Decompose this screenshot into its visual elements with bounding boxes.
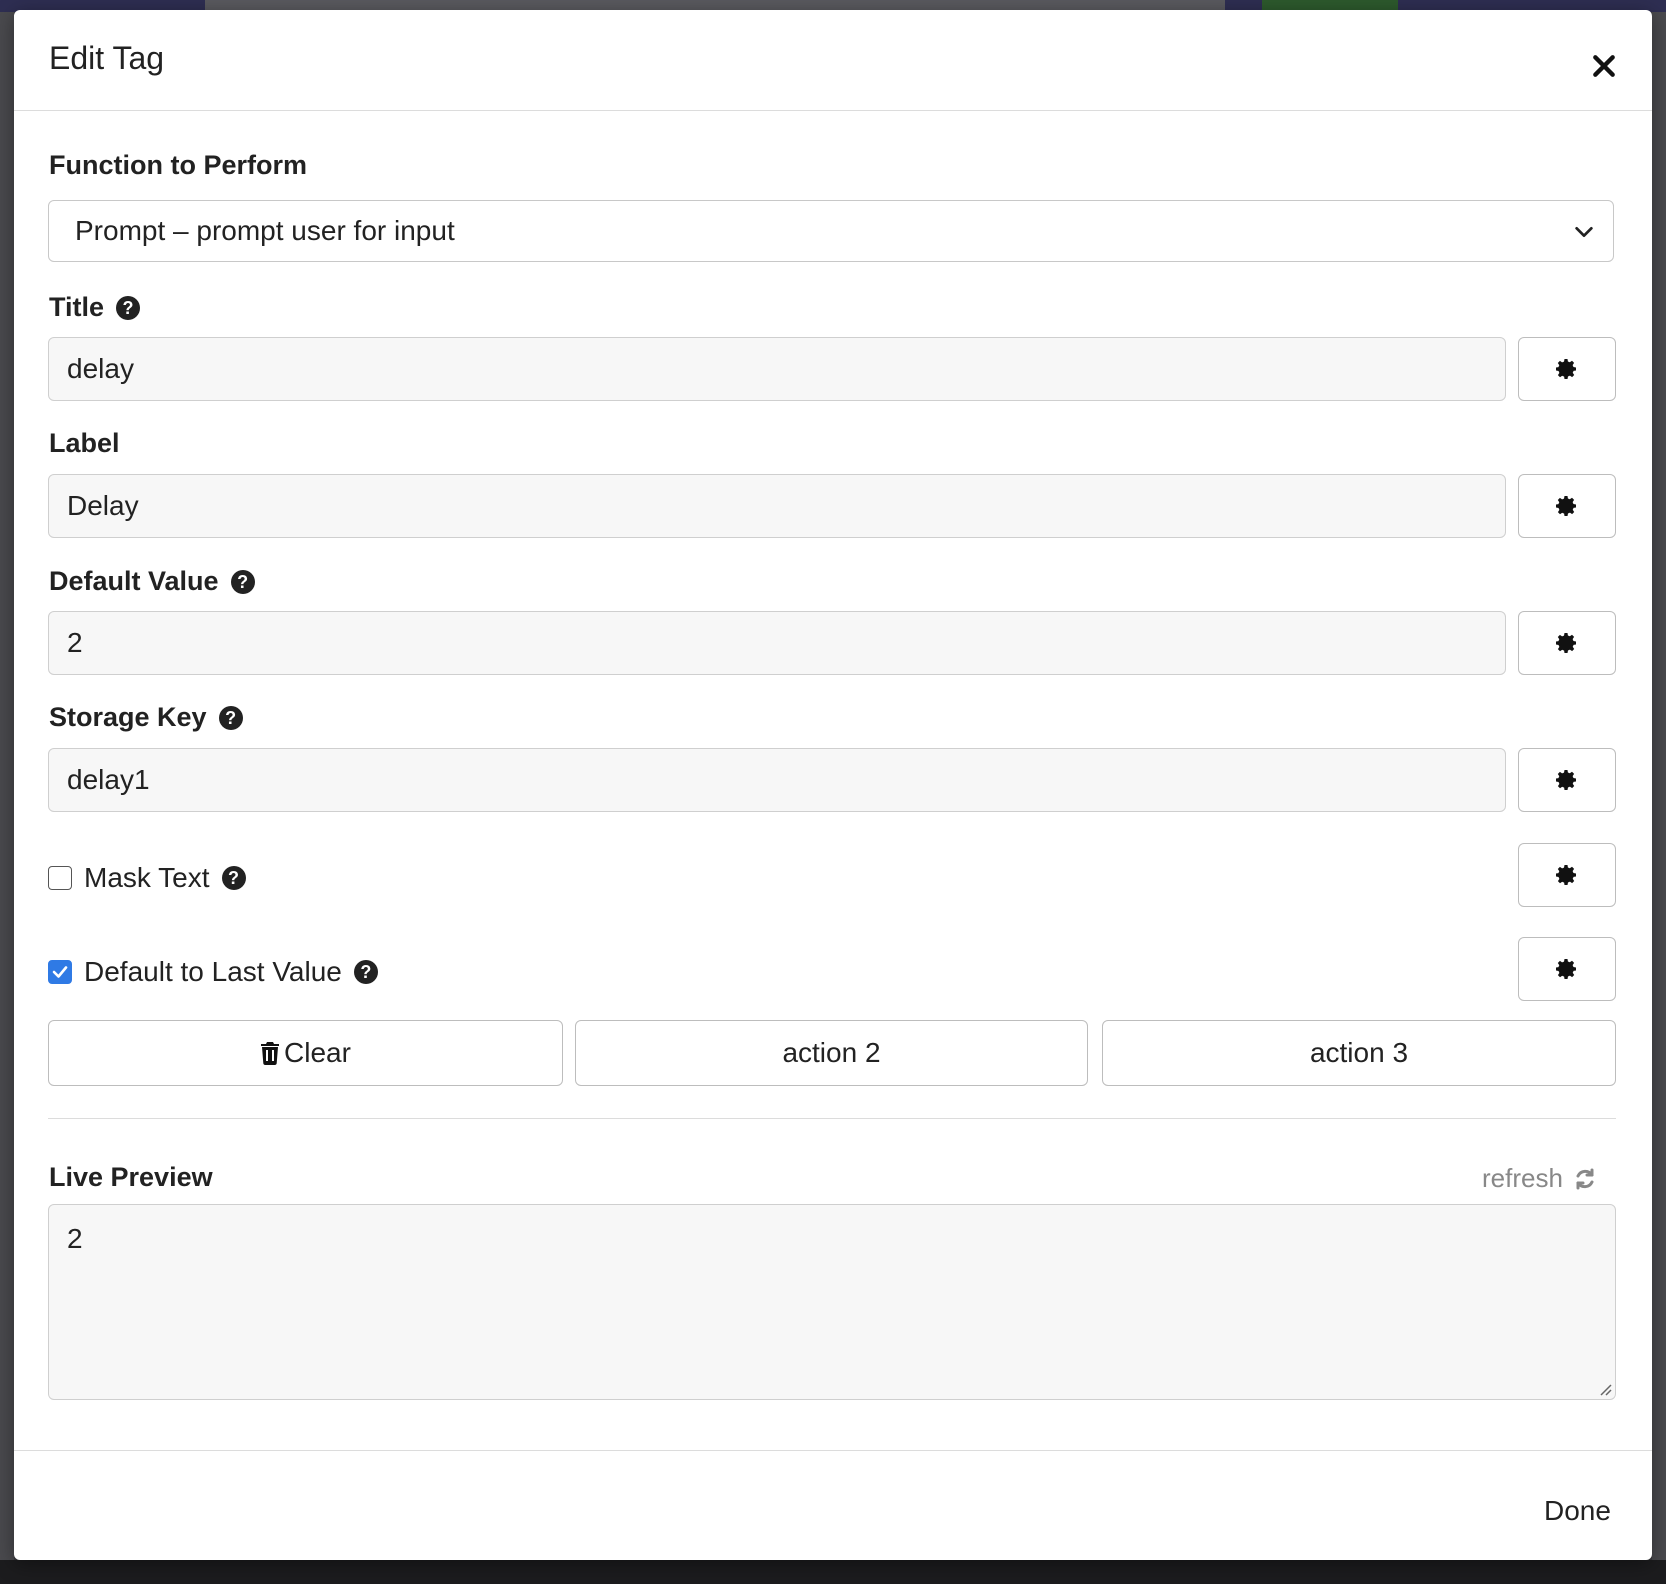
help-icon[interactable]: ? — [353, 960, 378, 984]
background-edge — [1652, 12, 1666, 1560]
live-preview-textarea[interactable]: 2 — [48, 1204, 1616, 1400]
mask-text-label: Mask Text — [84, 862, 210, 893]
gear-icon — [1556, 959, 1576, 979]
help-icon[interactable]: ? — [116, 295, 141, 320]
label-settings-button[interactable] — [1518, 474, 1616, 538]
storage-key-label-text: Storage Key — [49, 702, 207, 732]
default-value-label: Default Value ? — [49, 566, 255, 597]
refresh-link[interactable]: refresh — [1482, 1163, 1597, 1194]
function-label-text: Function to Perform — [49, 150, 307, 180]
label-label: Label — [49, 428, 120, 459]
label-input[interactable] — [48, 474, 1506, 538]
gear-icon — [1556, 359, 1576, 379]
clear-button-label: Clear — [284, 1037, 351, 1068]
trash-icon — [261, 1042, 280, 1065]
label-label-text: Label — [49, 428, 120, 458]
default-value-input[interactable] — [48, 611, 1506, 675]
default-value-label-text: Default Value — [49, 566, 219, 596]
edit-tag-modal: Edit Tag Function to Perform Prompt – pr… — [14, 10, 1652, 1560]
background-edge — [0, 12, 14, 1560]
function-select[interactable]: Prompt – prompt user for input — [48, 200, 1614, 262]
gear-icon — [1556, 770, 1576, 790]
live-preview-label: Live Preview — [49, 1162, 213, 1193]
clear-button[interactable]: Clear — [48, 1020, 563, 1086]
title-label: Title ? — [49, 292, 141, 323]
checkmark-icon — [52, 966, 68, 978]
help-icon[interactable]: ? — [218, 705, 243, 730]
chevron-down-icon — [1575, 226, 1593, 238]
gear-icon — [1556, 865, 1576, 885]
refresh-label: refresh — [1482, 1163, 1563, 1193]
title-input[interactable] — [48, 337, 1506, 401]
title-settings-button[interactable] — [1518, 337, 1616, 401]
title-label-text: Title — [49, 292, 105, 322]
resize-handle-icon[interactable] — [1598, 1382, 1612, 1396]
mask-text-row: Mask Text ? — [48, 862, 246, 894]
mask-text-checkbox[interactable] — [48, 866, 72, 890]
mask-text-settings-button[interactable] — [1518, 843, 1616, 907]
refresh-icon — [1576, 1168, 1594, 1189]
storage-key-label: Storage Key ? — [49, 702, 243, 733]
help-icon[interactable]: ? — [230, 569, 255, 594]
default-to-last-settings-button[interactable] — [1518, 937, 1616, 1001]
close-button[interactable] — [1584, 46, 1624, 86]
modal-header: Edit Tag — [14, 10, 1652, 111]
done-button[interactable]: Done — [1544, 1495, 1611, 1527]
default-to-last-label: Default to Last Value — [84, 956, 342, 987]
gear-icon — [1556, 633, 1576, 653]
action-2-label: action 2 — [782, 1037, 881, 1068]
default-to-last-checkbox[interactable] — [48, 960, 72, 984]
action-3-label: action 3 — [1309, 1037, 1409, 1068]
default-to-last-row: Default to Last Value ? — [48, 956, 378, 988]
storage-key-settings-button[interactable] — [1518, 748, 1616, 812]
modal-title: Edit Tag — [49, 40, 165, 76]
gear-icon — [1556, 496, 1576, 516]
storage-key-input[interactable] — [48, 748, 1506, 812]
modal-footer: Done — [14, 1450, 1652, 1560]
help-icon[interactable]: ? — [221, 866, 246, 890]
function-label: Function to Perform — [49, 150, 307, 181]
section-divider — [48, 1118, 1616, 1119]
action-3-button[interactable]: action 3 — [1102, 1020, 1616, 1086]
default-value-settings-button[interactable] — [1518, 611, 1616, 675]
live-preview-label-text: Live Preview — [49, 1162, 213, 1192]
action-2-button[interactable]: action 2 — [575, 1020, 1088, 1086]
background-footer — [0, 1560, 1666, 1584]
function-select-value: Prompt – prompt user for input — [75, 215, 455, 246]
close-icon — [1593, 55, 1615, 77]
